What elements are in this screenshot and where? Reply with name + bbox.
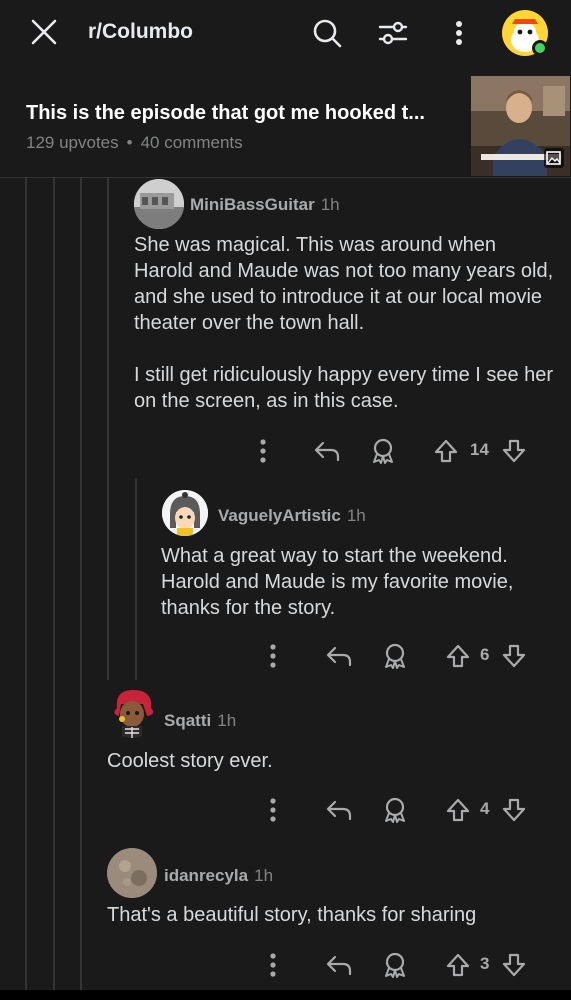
- reply-icon[interactable]: [324, 795, 354, 825]
- reply-icon[interactable]: [324, 641, 354, 671]
- post-meta: 129 upvotes • 40 comments: [26, 133, 243, 153]
- meta-separator: •: [126, 133, 133, 152]
- upvote-count: 129 upvotes: [26, 133, 119, 152]
- award-icon[interactable]: [380, 950, 410, 980]
- avatar[interactable]: [134, 179, 184, 229]
- comment-body: Coolest story ever.: [107, 748, 547, 774]
- system-nav-bar: [0, 990, 571, 1000]
- close-icon[interactable]: [28, 16, 60, 48]
- vote-score: 6: [480, 645, 490, 664]
- more-vertical-icon[interactable]: [444, 16, 474, 50]
- comment-body: That's a beautiful story, thanks for sha…: [107, 902, 557, 928]
- comment-author[interactable]: idanrecyla 1h: [164, 866, 273, 886]
- reply-icon[interactable]: [312, 436, 342, 466]
- comment-count: 40 comments: [140, 133, 243, 152]
- online-status-dot: [532, 40, 548, 56]
- more-options-icon[interactable]: [250, 436, 276, 466]
- post-title[interactable]: This is the episode that got me hooked t…: [26, 102, 451, 125]
- top-bar: r/Columbo: [0, 0, 571, 66]
- downvote-icon[interactable]: [500, 795, 528, 825]
- thread-line[interactable]: [25, 178, 27, 990]
- username[interactable]: Sqatti: [164, 711, 211, 730]
- avatar[interactable]: [162, 490, 208, 536]
- avatar[interactable]: [107, 686, 157, 738]
- comment-body: She was magical. This was around when Ha…: [134, 232, 554, 414]
- thread-line[interactable]: [107, 178, 109, 680]
- thread-line[interactable]: [53, 178, 55, 990]
- thread-line[interactable]: [135, 478, 137, 680]
- comment-paragraph: That's a beautiful story, thanks for sha…: [107, 904, 477, 926]
- vote-score: 4: [480, 799, 490, 818]
- post-header[interactable]: This is the episode that got me hooked t…: [0, 66, 571, 178]
- vote-score: 14: [470, 440, 489, 459]
- username[interactable]: idanrecyla: [164, 866, 248, 885]
- comment-time: 1h: [346, 506, 366, 525]
- comment-paragraph: What a great way to start the weekend. H…: [161, 545, 514, 619]
- more-options-icon[interactable]: [260, 641, 286, 671]
- comment-actions: 4: [260, 795, 550, 825]
- comment-time: 1h: [217, 711, 237, 730]
- sort-filter-icon[interactable]: [376, 16, 410, 50]
- app-screen: r/Columbo This is the episode that got m…: [0, 0, 571, 990]
- comment-paragraph: Coolest story ever.: [107, 750, 273, 772]
- award-icon[interactable]: [380, 641, 410, 671]
- username[interactable]: MiniBassGuitar: [190, 195, 315, 214]
- upvote-icon[interactable]: [444, 795, 472, 825]
- comment-time: 1h: [320, 195, 340, 214]
- downvote-icon[interactable]: [500, 641, 528, 671]
- post-thumbnail[interactable]: [471, 76, 570, 176]
- upvote-icon[interactable]: [444, 950, 472, 980]
- more-options-icon[interactable]: [260, 950, 286, 980]
- comment-actions: 3: [260, 950, 550, 980]
- reply-icon[interactable]: [324, 950, 354, 980]
- upvote-icon[interactable]: [432, 436, 460, 466]
- comment-paragraph: I still get ridiculously happy every tim…: [134, 364, 554, 412]
- downvote-icon[interactable]: [500, 436, 528, 466]
- more-options-icon[interactable]: [260, 795, 286, 825]
- award-icon[interactable]: [368, 436, 398, 466]
- image-gallery-icon: [544, 148, 564, 168]
- comment-actions: 14: [250, 436, 540, 466]
- search-icon[interactable]: [310, 16, 344, 50]
- comment-actions: 6: [260, 641, 550, 671]
- comment-time: 1h: [254, 866, 274, 885]
- comment-author[interactable]: Sqatti 1h: [164, 711, 236, 731]
- upvote-icon[interactable]: [444, 641, 472, 671]
- comment-paragraph: She was magical. This was around when Ha…: [134, 234, 554, 334]
- username[interactable]: VaguelyArtistic: [218, 506, 341, 525]
- comment-body: What a great way to start the weekend. H…: [161, 543, 556, 621]
- downvote-icon[interactable]: [500, 950, 528, 980]
- comment-author[interactable]: VaguelyArtistic 1h: [218, 506, 366, 526]
- subreddit-name[interactable]: r/Columbo: [88, 20, 193, 44]
- thread-line[interactable]: [80, 178, 82, 990]
- avatar[interactable]: [107, 848, 157, 898]
- award-icon[interactable]: [380, 795, 410, 825]
- comment-author[interactable]: MiniBassGuitar 1h: [190, 195, 340, 215]
- vote-score: 3: [480, 954, 490, 973]
